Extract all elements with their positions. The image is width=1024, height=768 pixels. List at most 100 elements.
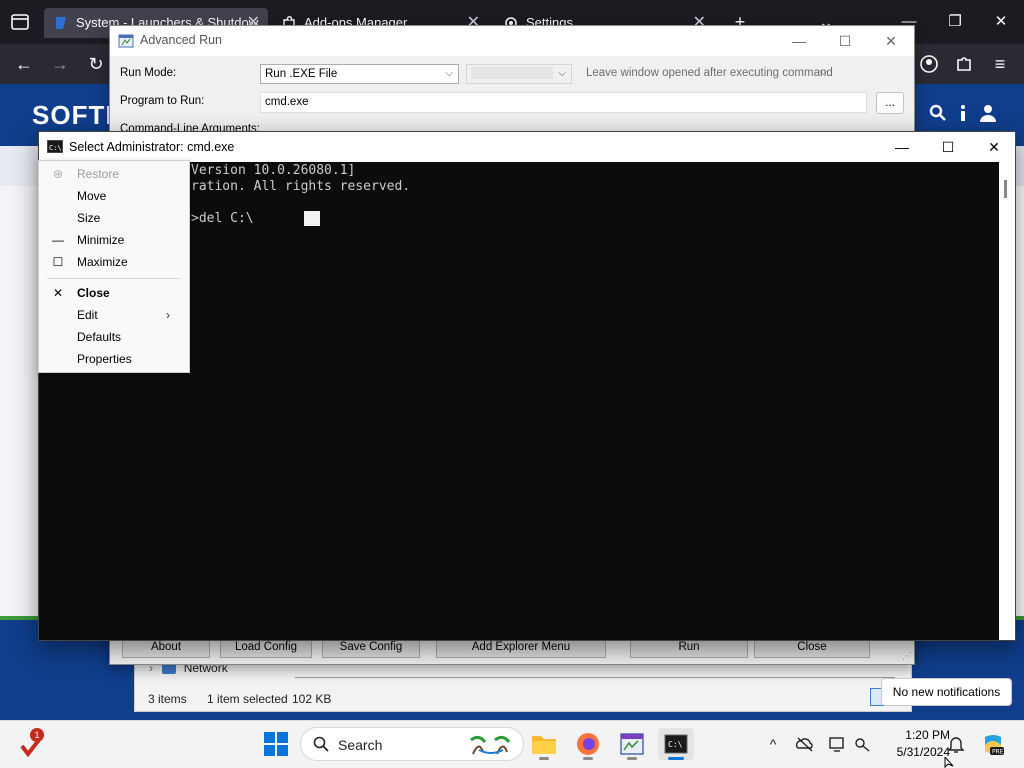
running-indicator xyxy=(583,757,593,760)
explorer-status-bar: 3 items 1 item selected 102 KB xyxy=(134,688,894,710)
website-left-column xyxy=(0,186,40,616)
cmd-taskbar-button[interactable]: C:\ xyxy=(658,728,694,760)
running-indicator xyxy=(627,757,637,760)
account-icon[interactable] xyxy=(917,52,941,76)
mouse-pointer-icon xyxy=(944,757,954,768)
menu-item-label: Minimize xyxy=(77,233,125,247)
run-mode-value: Run .EXE File xyxy=(265,68,338,80)
onedrive-off-icon[interactable] xyxy=(795,734,815,754)
menu-separator xyxy=(47,278,181,279)
cmd-maximize-button[interactable]: ☐ xyxy=(925,132,971,162)
taskbar-search-box[interactable]: Search xyxy=(300,727,524,761)
submenu-chevron-icon: › xyxy=(166,308,170,322)
clock-time: 1:20 PM xyxy=(905,728,950,742)
site-info-icon[interactable] xyxy=(958,104,970,122)
menu-item-label: Close xyxy=(77,286,110,300)
selection-size: 102 KB xyxy=(292,692,332,706)
site-search-icon[interactable] xyxy=(929,104,947,122)
search-icon xyxy=(313,736,329,752)
scrollbar-thumb[interactable] xyxy=(1004,180,1007,198)
program-to-run-label: Program to Run: xyxy=(120,95,205,107)
notification-bell-icon[interactable] xyxy=(946,734,966,754)
show-hidden-icons-chevron-icon[interactable]: ^ xyxy=(763,734,783,754)
advanced-run-maximize-button[interactable]: ☐ xyxy=(822,26,868,56)
clock-date: 5/31/2024 xyxy=(896,745,950,759)
menu-item-minimize[interactable]: — Minimize xyxy=(39,229,189,251)
file-explorer-taskbar-button[interactable] xyxy=(526,728,562,760)
taskbar-clock[interactable]: 1:20 PM 5/31/2024 xyxy=(880,727,950,761)
site-favicon-icon xyxy=(53,15,69,31)
cmd-minimize-button[interactable]: — xyxy=(879,132,925,162)
cmd-app-icon[interactable]: C:\ xyxy=(47,140,63,153)
advanced-run-taskbar-button[interactable] xyxy=(614,728,650,760)
menu-item-close[interactable]: ✕ Close xyxy=(39,282,189,304)
extensions-icon[interactable] xyxy=(952,52,976,76)
menu-icon[interactable]: ≡ xyxy=(988,52,1012,76)
menu-item-move[interactable]: Move xyxy=(39,185,189,207)
browser-restore-button[interactable]: ❐ xyxy=(932,0,978,44)
pinned-app-button[interactable]: 1 xyxy=(18,728,54,760)
maximize-icon: ☐ xyxy=(52,255,64,269)
firefox-view-icon[interactable] xyxy=(8,10,32,34)
leave-window-option-text: Leave window opened after executing comm… xyxy=(586,67,832,79)
display-icon[interactable] xyxy=(827,734,847,754)
chevron-down-icon: ⌵ xyxy=(445,68,453,79)
site-logo[interactable]: SOFTI xyxy=(32,100,114,131)
search-highlight-icon xyxy=(469,732,517,756)
menu-item-label: Move xyxy=(77,189,107,203)
firefox-taskbar-button[interactable] xyxy=(570,728,606,760)
menu-item-label: Properties xyxy=(77,352,132,366)
cmd-close-button[interactable]: ✕ xyxy=(971,132,1017,162)
notification-badge: 1 xyxy=(30,728,44,742)
svg-text:C:\: C:\ xyxy=(49,144,62,152)
advanced-run-app-icon xyxy=(118,33,134,49)
network-status-icon[interactable] xyxy=(852,734,872,754)
advanced-run-minimize-button[interactable]: — xyxy=(776,26,822,56)
console-line: Version 10.0.26080.1] xyxy=(191,163,356,178)
site-user-icon[interactable] xyxy=(979,104,997,122)
start-button[interactable] xyxy=(258,728,294,760)
explorer-scrollbar[interactable] xyxy=(295,677,895,678)
menu-item-maximize[interactable]: ☐ Maximize xyxy=(39,251,189,273)
secondary-mode-select[interactable]: ⌵ xyxy=(466,64,572,84)
menu-item-properties[interactable]: Properties xyxy=(39,348,189,370)
cmd-system-menu: ⊛ Restore Move Size — Minimize ☐ Maximiz… xyxy=(38,160,190,373)
run-mode-label: Run Mode: xyxy=(120,67,177,79)
run-mode-select[interactable]: Run .EXE File ⌵ xyxy=(260,64,459,84)
console-cursor xyxy=(304,211,320,226)
resize-grip-icon[interactable]: ⋰ xyxy=(902,651,912,662)
minimize-icon: — xyxy=(52,233,64,247)
menu-item-edit[interactable]: Edit › xyxy=(39,304,189,326)
browser-close-button[interactable]: ✕ xyxy=(978,0,1024,44)
leave-window-option[interactable]: Leave window opened after executing comm… xyxy=(580,64,832,84)
advanced-run-icon xyxy=(620,733,644,755)
program-to-run-input[interactable]: cmd.exe xyxy=(260,92,867,113)
console-prompt-line: >del C:\ xyxy=(191,211,254,226)
browse-button[interactable]: ... xyxy=(876,92,904,114)
cmd-title: Select Administrator: cmd.exe xyxy=(69,140,235,154)
cmd-scrollbar[interactable] xyxy=(999,162,1015,640)
notification-tooltip: No new notifications xyxy=(881,678,1012,706)
restore-icon: ⊛ xyxy=(52,167,64,181)
menu-item-label: Restore xyxy=(77,167,120,181)
terminal-icon: C:\ xyxy=(664,734,688,754)
menu-item-size[interactable]: Size xyxy=(39,207,189,229)
forward-arrow-icon[interactable]: → xyxy=(48,52,72,76)
selection-status: 1 item selected xyxy=(207,692,288,706)
cmd-titlebar[interactable]: C:\ Select Administrator: cmd.exe — ☐ ✕ xyxy=(39,132,1015,162)
search-placeholder: Search xyxy=(338,737,383,753)
menu-item-label: Defaults xyxy=(77,330,122,344)
menu-item-defaults[interactable]: Defaults xyxy=(39,326,189,348)
advanced-run-titlebar[interactable]: Advanced Run — ☐ ✕ xyxy=(110,26,914,56)
firefox-icon xyxy=(577,733,599,755)
chevron-down-icon: ⌵ xyxy=(819,67,827,78)
menu-item-restore[interactable]: ⊛ Restore xyxy=(39,163,189,185)
folder-icon xyxy=(532,736,556,754)
reload-icon[interactable]: ↻ xyxy=(84,52,108,76)
menu-item-label: Size xyxy=(77,211,101,225)
advanced-run-close-button[interactable]: ✕ xyxy=(868,26,914,56)
back-arrow-icon[interactable]: ← xyxy=(12,52,36,76)
copilot-preview-icon[interactable]: PRE xyxy=(980,731,1006,757)
svg-text:C:\: C:\ xyxy=(668,740,683,749)
console-line: ration. All rights reserved. xyxy=(191,179,411,194)
